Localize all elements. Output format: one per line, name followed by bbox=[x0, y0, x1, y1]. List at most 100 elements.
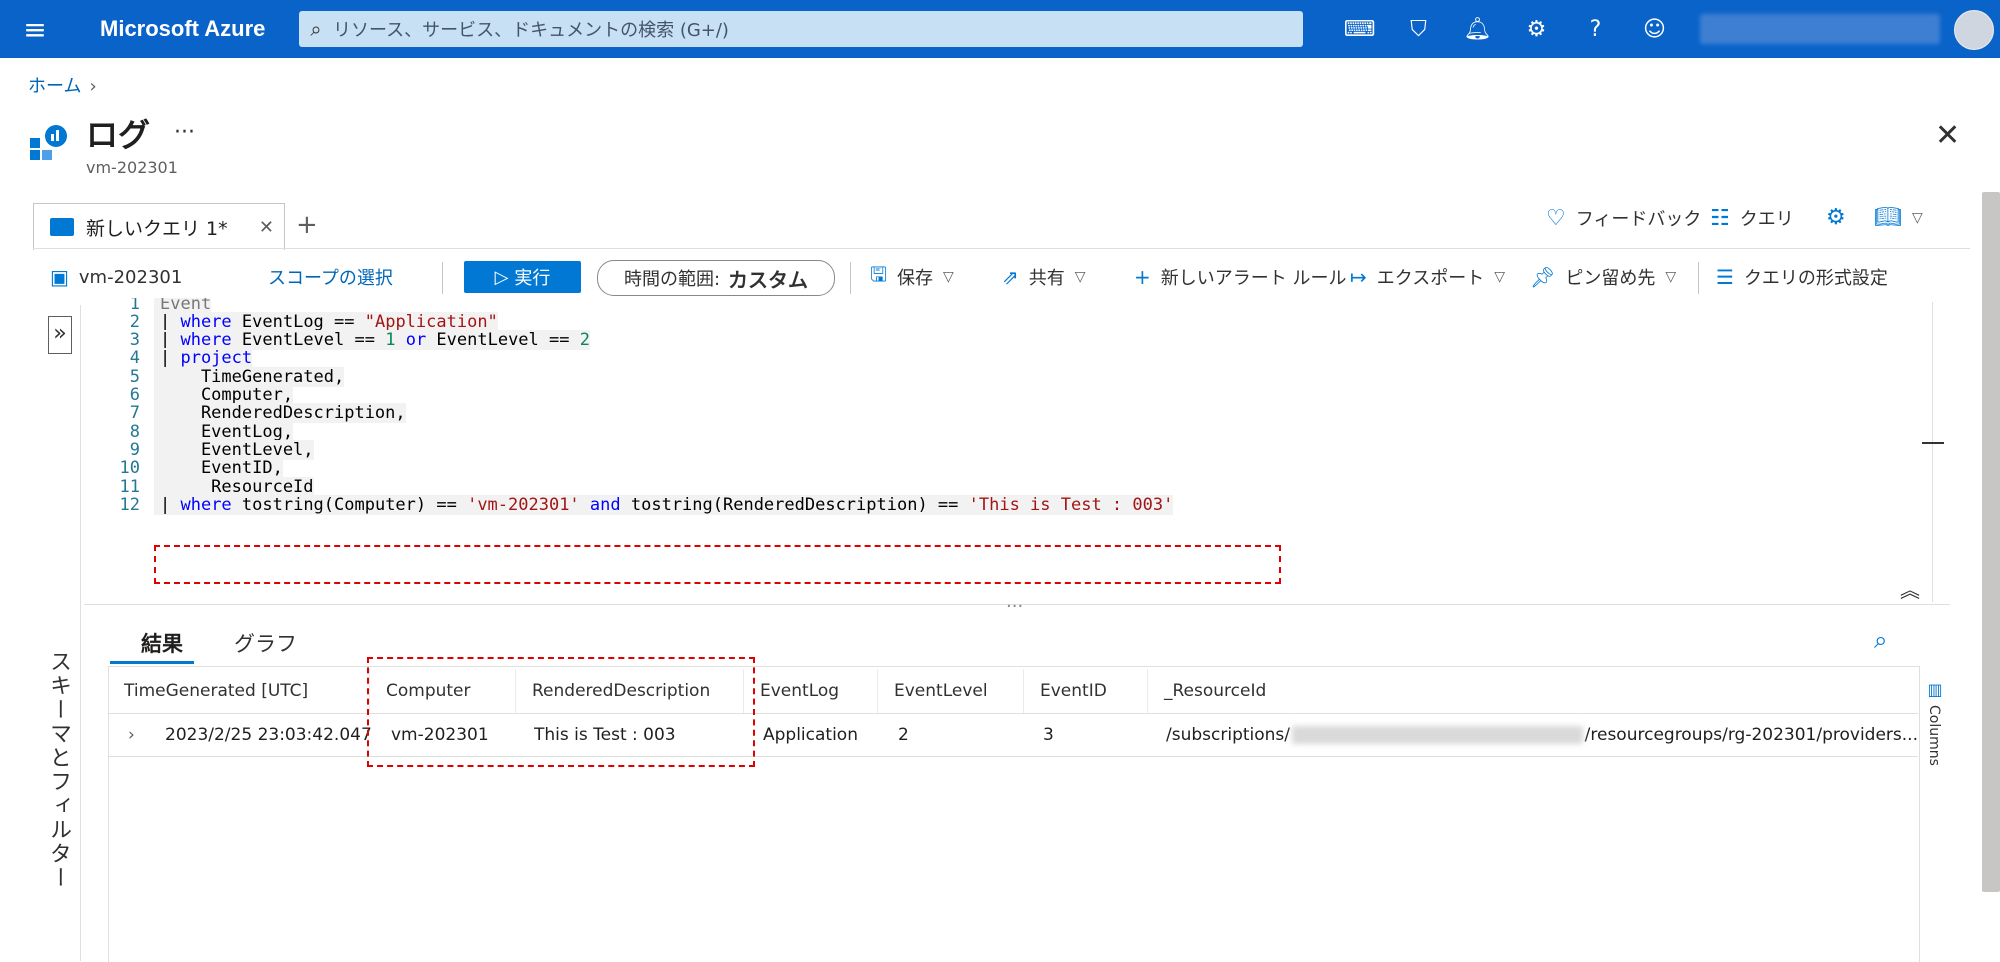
search-icon: ⌕ bbox=[310, 17, 322, 41]
more-options-icon[interactable]: ··· bbox=[174, 120, 195, 145]
tab-close-icon[interactable]: ✕ bbox=[259, 217, 274, 238]
time-range-label: 時間の範囲: bbox=[623, 269, 721, 290]
format-query-button[interactable]: ☰ クエリの形式設定 bbox=[1716, 258, 1888, 296]
run-button[interactable]: ▷ 実行 bbox=[464, 261, 581, 293]
share-button[interactable]: ⇗ 共有 ▽ bbox=[1002, 258, 1086, 296]
cell-time: 2023/2/25 23:03:42.047 bbox=[165, 725, 372, 745]
tab-divider bbox=[33, 248, 1970, 249]
chevron-down-icon: ▽ bbox=[943, 269, 954, 285]
directory-filter-icon[interactable]: ⛉ bbox=[1389, 17, 1448, 42]
pin-icon: 📌︎ bbox=[1530, 265, 1556, 289]
tab-new-query[interactable]: 新しいクエリ 1* ✕ bbox=[33, 203, 285, 250]
code-token: 'This is Test : 003' bbox=[968, 494, 1174, 515]
feedback-icon[interactable]: ☺ bbox=[1625, 17, 1684, 42]
settings-gear-icon[interactable]: ⚙ bbox=[1507, 17, 1566, 42]
pin-button[interactable]: 📌︎ ピン留め先 ▽ bbox=[1530, 258, 1676, 296]
collapse-editor-icon[interactable]: ︽ bbox=[1900, 574, 1920, 603]
plus-icon: + bbox=[1134, 265, 1151, 289]
code-line[interactable]: 12 | where tostring(Computer) == 'vm-2023… bbox=[84, 493, 1950, 516]
code-token: and bbox=[589, 494, 621, 515]
export-label: エクスポート bbox=[1376, 268, 1485, 289]
columns-panel-toggle[interactable]: ▥ Columns bbox=[1920, 680, 1950, 800]
toolbar-divider bbox=[850, 262, 851, 294]
redacted-subscription bbox=[1292, 726, 1583, 744]
editor-minimap[interactable] bbox=[1932, 302, 1951, 602]
global-search-input[interactable]: ⌕ リソース、サービス、ドキュメントの検索 (G+/) bbox=[299, 11, 1303, 47]
chevron-down-icon: ▽ bbox=[1494, 269, 1506, 285]
highlight-where-line bbox=[154, 545, 1281, 584]
cell-resourceid: /subscriptions/ /resourcegroups/rg-202301… bbox=[1166, 714, 1918, 756]
share-icon: ⇗ bbox=[1002, 265, 1019, 289]
scope-name: vm-202301 bbox=[78, 266, 183, 288]
tab-chart[interactable]: グラフ bbox=[234, 628, 297, 658]
time-range-button[interactable]: 時間の範囲: カスタム bbox=[597, 260, 835, 296]
log-analytics-icon bbox=[30, 125, 67, 160]
expand-panel-icon[interactable]: » bbox=[48, 316, 72, 354]
page-scrollbar[interactable] bbox=[1982, 192, 2000, 892]
share-label: 共有 bbox=[1028, 268, 1065, 289]
schema-filter-label[interactable]: スキーマとフィルター bbox=[42, 650, 74, 890]
add-tab-icon[interactable]: + bbox=[296, 210, 318, 240]
page-subtitle: vm-202301 bbox=[86, 158, 178, 177]
pin-label: ピン留め先 bbox=[1565, 268, 1656, 289]
scope-select-link[interactable]: スコープの選択 bbox=[268, 258, 393, 296]
book-icon: 📖︎ bbox=[1874, 205, 1902, 230]
search-placeholder: リソース、サービス、ドキュメントの検索 (G+/) bbox=[333, 20, 729, 41]
columns-label: Columns bbox=[1926, 705, 1942, 766]
account-info-blurred[interactable] bbox=[1700, 14, 1940, 44]
code-token: tostring(RenderedDescription) == bbox=[620, 494, 969, 515]
export-icon: ↦ bbox=[1350, 265, 1367, 289]
columns-icon: ▥ bbox=[1927, 680, 1943, 699]
queries-button[interactable]: ☷ クエリ bbox=[1710, 205, 1794, 231]
settings-button[interactable]: ⚙ bbox=[1826, 205, 1856, 230]
code-text: | where tostring(Computer) == 'vm-202301… bbox=[154, 494, 1174, 515]
new-alert-rule-button[interactable]: + 新しいアラート ルール bbox=[1134, 258, 1347, 296]
list-icon: ☷ bbox=[1710, 205, 1730, 231]
queries-label: クエリ bbox=[1739, 209, 1794, 230]
breadcrumb: ホーム › bbox=[28, 72, 97, 98]
code-token: 'vm-202301' bbox=[467, 494, 580, 515]
column-header[interactable]: _ResourceId bbox=[1148, 669, 1918, 713]
splitter-handle-icon[interactable]: ··· bbox=[1006, 596, 1023, 617]
cloud-shell-icon[interactable]: ⌨ bbox=[1330, 17, 1389, 42]
chevron-right-icon: › bbox=[89, 76, 97, 97]
results-search-icon[interactable]: ⌕ bbox=[1874, 626, 1887, 654]
avatar[interactable] bbox=[1954, 10, 1994, 50]
cell-eventlog: Application bbox=[763, 725, 858, 745]
export-button[interactable]: ↦ エクスポート ▽ bbox=[1350, 258, 1505, 296]
monitor-icon: ▣ bbox=[50, 265, 69, 289]
column-header[interactable]: EventID bbox=[1024, 669, 1148, 713]
column-header[interactable]: TimeGenerated [UTC] bbox=[108, 669, 370, 713]
cell-eventid: 3 bbox=[1043, 725, 1054, 745]
save-icon: 🖫 bbox=[870, 262, 888, 286]
tab-label: 新しいクエリ 1* bbox=[86, 217, 228, 240]
highlight-result-cells bbox=[367, 657, 755, 767]
toolbar-divider bbox=[1698, 262, 1699, 294]
minimap-marker bbox=[1922, 442, 1944, 444]
heart-icon: ♡ bbox=[1546, 205, 1566, 231]
toolbar-divider bbox=[442, 262, 443, 294]
row-expand-icon[interactable]: › bbox=[128, 714, 148, 756]
save-button[interactable]: 🖫 保存 ▽ bbox=[870, 258, 954, 296]
time-range-value: カスタム bbox=[728, 267, 809, 292]
tab-results[interactable]: 結果 bbox=[141, 628, 183, 658]
breadcrumb-home[interactable]: ホーム bbox=[28, 76, 81, 97]
play-icon: ▷ bbox=[494, 266, 509, 288]
close-icon[interactable]: ✕ bbox=[1935, 118, 1960, 153]
column-header[interactable]: EventLevel bbox=[878, 669, 1024, 713]
notification-bell-icon[interactable]: 🔔︎ bbox=[1448, 17, 1507, 42]
chevron-down-icon: ▽ bbox=[1911, 209, 1923, 226]
book-menu-button[interactable]: 📖︎ ▽ bbox=[1874, 205, 1923, 230]
column-header[interactable]: EventLog bbox=[744, 669, 878, 713]
page-title: ログ bbox=[86, 116, 151, 154]
chevron-down-icon: ▽ bbox=[1665, 269, 1677, 285]
brand-link[interactable]: Microsoft Azure bbox=[100, 16, 300, 42]
feedback-button[interactable]: ♡ フィードバック bbox=[1546, 205, 1701, 231]
top-icons: ⌨ ⛉ 🔔︎ ⚙ ? ☺ bbox=[1330, 0, 1684, 58]
help-icon[interactable]: ? bbox=[1566, 17, 1625, 42]
chevron-down-icon: ▽ bbox=[1074, 269, 1086, 285]
menu-icon[interactable]: ≡ bbox=[0, 13, 70, 46]
code-token: | bbox=[160, 494, 181, 515]
resource-prefix: /subscriptions/ bbox=[1166, 725, 1291, 745]
